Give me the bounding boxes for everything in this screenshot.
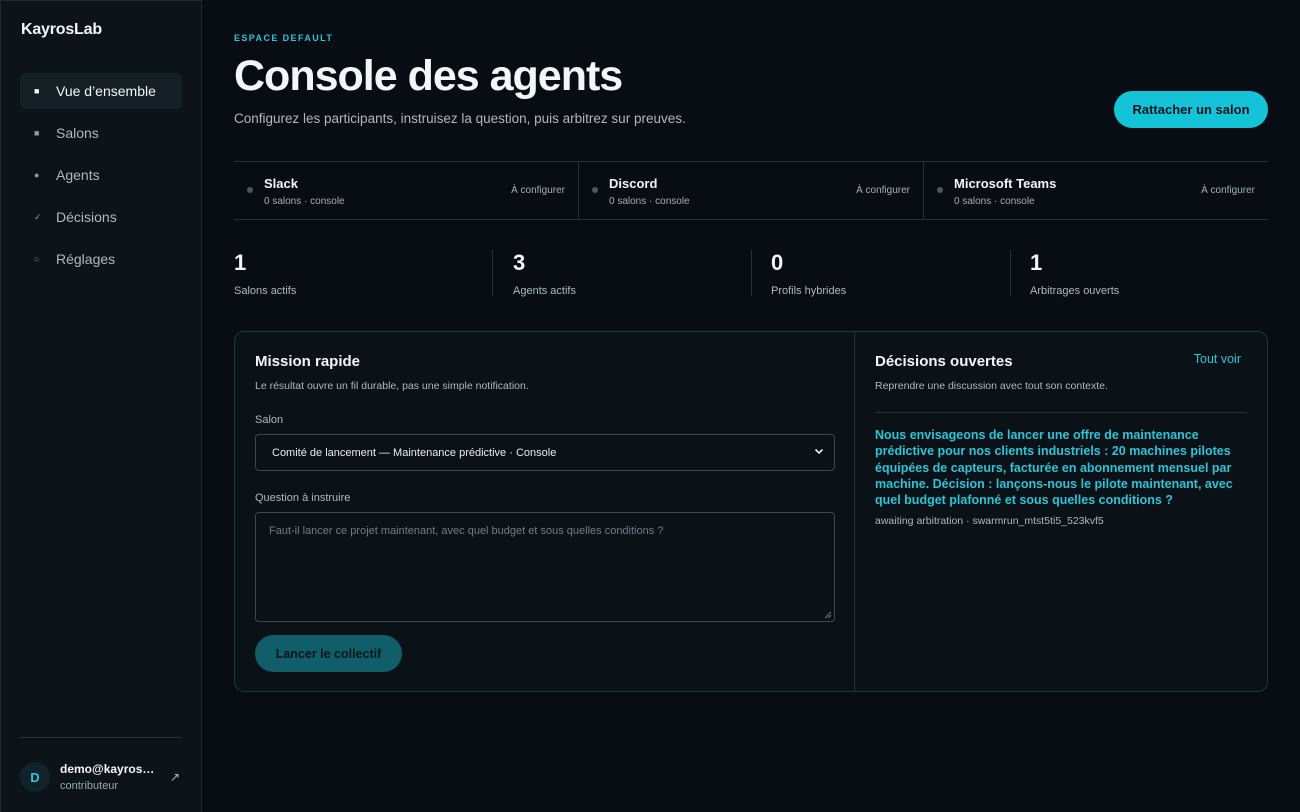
question-label: Question à instruire: [255, 492, 351, 504]
integration-status: À configurer: [856, 185, 910, 196]
sidebar-item-label: Agents: [56, 167, 100, 183]
check-icon: ✓: [34, 211, 42, 222]
sidebar-item-settings[interactable]: ○ Réglages: [20, 241, 182, 277]
integration-status: À configurer: [1201, 185, 1255, 196]
integrations-bar: Slack 0 salons · console À configurer Di…: [234, 161, 1268, 220]
page-title: Console des agents: [234, 52, 623, 100]
stat-label: Arbitrages ouverts: [1030, 285, 1120, 297]
brand-logo[interactable]: KayrosLab: [21, 21, 102, 39]
attach-salon-button[interactable]: Rattacher un salon: [1114, 91, 1268, 128]
launch-collective-button[interactable]: Lancer le collectif: [255, 635, 402, 672]
quick-mission-subtitle: Le résultat ouvre un fil durable, pas un…: [255, 380, 529, 392]
user-profile: D demo@kayroslab.io contributeur ↗: [20, 759, 182, 795]
stats-row: 1 Salons actifs 3 Agents actifs 0 Profil…: [234, 250, 1268, 298]
integration-status: À configurer: [511, 185, 565, 196]
circle-icon: ○: [34, 254, 40, 264]
stat-salons: 1 Salons actifs: [234, 250, 492, 298]
workspace-panel: Mission rapide Le résultat ouvre un fil …: [234, 331, 1268, 692]
status-dot-icon: [937, 187, 943, 193]
dot-icon: ●: [34, 170, 40, 180]
open-decisions-subtitle: Reprendre une discussion avec tout son c…: [875, 380, 1108, 392]
integration-slack[interactable]: Slack 0 salons · console À configurer: [234, 162, 579, 219]
resize-handle-icon[interactable]: [824, 611, 832, 619]
stat-value: 1: [1030, 250, 1043, 275]
integration-name: Slack: [264, 176, 298, 191]
stat-arbitrations: 1 Arbitrages ouverts: [1011, 250, 1267, 298]
open-decisions-card: Décisions ouvertes Tout voir Reprendre u…: [855, 332, 1267, 691]
stat-value: 0: [771, 250, 784, 275]
sidebar: KayrosLab ■ Vue d’ensemble ■ Salons ● Ag…: [0, 0, 202, 812]
sidebar-item-agents[interactable]: ● Agents: [20, 157, 182, 193]
integration-detail: 0 salons · console: [264, 196, 345, 207]
sidebar-item-overview[interactable]: ■ Vue d’ensemble: [20, 73, 182, 109]
external-link-icon[interactable]: ↗: [170, 770, 180, 784]
integration-detail: 0 salons · console: [609, 196, 690, 207]
sidebar-item-decisions[interactable]: ✓ Décisions: [20, 199, 182, 235]
avatar[interactable]: D: [20, 762, 50, 792]
salon-selected-value: Comité de lancement — Maintenance prédic…: [272, 446, 557, 459]
stat-value: 1: [234, 250, 247, 275]
page-subtitle: Configurez les participants, instruisez …: [234, 111, 686, 126]
salon-label: Salon: [255, 414, 284, 426]
user-email: demo@kayroslab.io: [60, 762, 156, 776]
stat-agents: 3 Agents actifs: [493, 250, 751, 298]
status-dot-icon: [247, 187, 253, 193]
open-decisions-title: Décisions ouvertes: [875, 353, 1013, 370]
decision-meta: awaiting arbitration · swarmrun_mtst5ti5…: [875, 515, 1104, 527]
user-role: contributeur: [60, 780, 119, 792]
stat-label: Salons actifs: [234, 285, 297, 297]
sidebar-item-label: Salons: [56, 125, 99, 141]
stat-label: Agents actifs: [513, 285, 576, 297]
user-info: demo@kayroslab.io contributeur: [60, 762, 156, 792]
sidebar-item-label: Décisions: [56, 209, 117, 225]
stat-hybrid-profiles: 0 Profils hybrides: [752, 250, 1010, 298]
decision-link[interactable]: Nous envisageons de lancer une offre de …: [875, 427, 1247, 508]
square-icon: ■: [34, 86, 40, 96]
sidebar-item-salons[interactable]: ■ Salons: [20, 115, 182, 151]
integration-teams[interactable]: Microsoft Teams 0 salons · console À con…: [924, 162, 1268, 219]
sidebar-item-label: Réglages: [56, 251, 116, 267]
integration-detail: 0 salons · console: [954, 196, 1035, 207]
stat-value: 3: [513, 250, 526, 275]
sidebar-nav: ■ Vue d’ensemble ■ Salons ● Agents ✓ Déc…: [20, 73, 182, 283]
square-icon: ■: [34, 128, 40, 138]
sidebar-divider: [20, 737, 182, 738]
integration-name: Discord: [609, 176, 658, 191]
workspace-eyebrow: ESPACE DEFAULT: [234, 33, 334, 43]
status-dot-icon: [592, 187, 598, 193]
integration-discord[interactable]: Discord 0 salons · console À configurer: [579, 162, 924, 219]
see-all-link[interactable]: Tout voir: [1194, 352, 1241, 366]
quick-mission-title: Mission rapide: [255, 353, 361, 370]
question-textarea[interactable]: Faut-il lancer ce projet maintenant, ave…: [255, 512, 835, 622]
sidebar-item-label: Vue d’ensemble: [56, 83, 156, 99]
stat-label: Profils hybrides: [771, 285, 847, 297]
salon-select[interactable]: Comité de lancement — Maintenance prédic…: [255, 434, 835, 471]
question-placeholder: Faut-il lancer ce projet maintenant, ave…: [269, 525, 664, 537]
decisions-divider: [875, 412, 1247, 413]
integration-name: Microsoft Teams: [954, 176, 1057, 191]
quick-mission-card: Mission rapide Le résultat ouvre un fil …: [235, 332, 855, 691]
chevron-down-icon: [814, 448, 824, 455]
